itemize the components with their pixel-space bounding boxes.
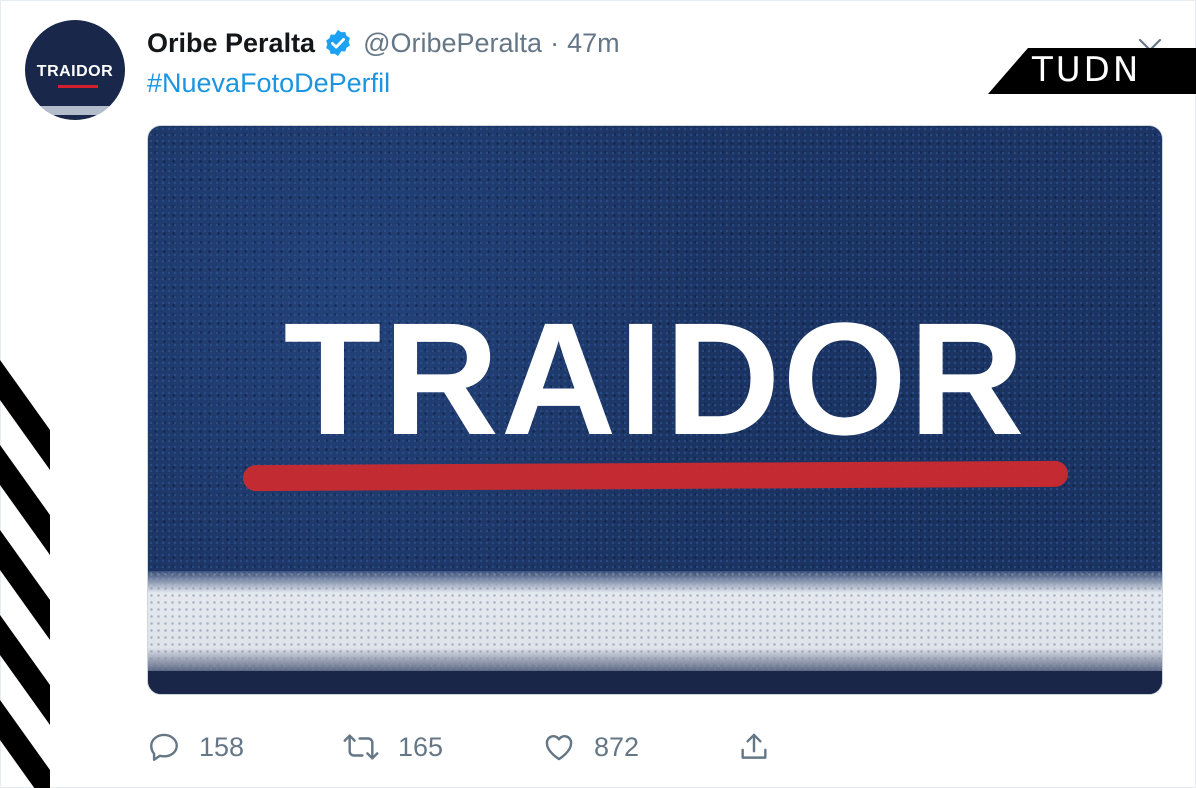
avatar-text: TRAIDOR [36,63,114,80]
share-icon [741,733,767,759]
tudn-watermark-logo: TUDN [1032,50,1142,90]
like-button[interactable]: 872 [542,730,639,764]
red-underline [242,460,1069,492]
image-headline: TRAIDOR [283,289,1027,468]
chalk-texture [148,571,1162,681]
retweet-icon [343,734,379,760]
avatar-red-underline [58,85,98,88]
tweet-header: Oribe Peralta @OribePeralta · 47m [147,26,620,60]
tweet-image[interactable]: TRAIDOR [147,125,1163,695]
avatar-chalk-line [25,106,125,115]
retweet-button[interactable]: 165 [342,730,443,764]
reply-count: 158 [199,731,245,762]
avatar[interactable]: TRAIDOR [25,20,125,120]
verified-badge-icon [323,28,353,58]
retweet-count: 165 [398,731,444,762]
author-name[interactable]: Oribe Peralta [147,28,315,59]
hashtag-link[interactable]: #NuevaFotoDePerfil [147,68,390,99]
decorative-stripes [0,360,50,788]
reply-button[interactable]: 158 [147,730,244,764]
reply-icon [150,733,178,761]
like-count: 872 [594,731,640,762]
separator-dot: · [550,27,560,58]
timestamp[interactable]: 47m [567,28,620,59]
like-icon [545,735,573,761]
turf-bottom [148,671,1162,694]
author-handle[interactable]: @OribePeralta [363,28,542,59]
share-button[interactable] [737,730,771,764]
